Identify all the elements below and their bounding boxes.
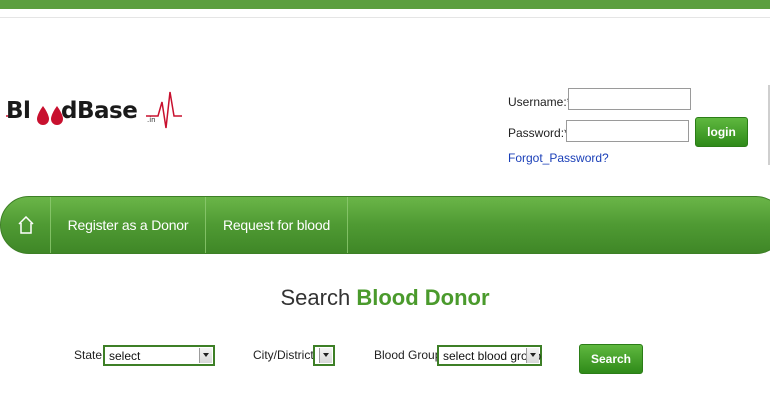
top-accent-bar (0, 0, 770, 18)
blood-group-select[interactable]: select blood group (437, 345, 542, 366)
search-button[interactable]: Search (579, 344, 643, 374)
nav-request-blood[interactable]: Request for blood (206, 197, 347, 253)
main-nav: Register as a Donor Request for blood (0, 196, 770, 254)
forgot-password-link[interactable]: Forgot_Password? (508, 151, 609, 165)
city-select[interactable] (313, 345, 335, 366)
state-select-value: select (109, 349, 141, 363)
home-icon[interactable] (18, 215, 34, 239)
username-input[interactable] (568, 88, 691, 110)
state-select[interactable]: select (103, 345, 215, 366)
search-title: Search Blood Donor (280, 285, 490, 310)
chevron-down-icon (199, 348, 212, 363)
chevron-down-icon (526, 348, 539, 363)
city-label: City/District (253, 348, 314, 362)
password-label: Password:* (508, 126, 569, 140)
bloodbase-logo[interactable]: BloodBase .in (6, 88, 186, 132)
nav-separator (347, 197, 348, 253)
username-label: Username:* (508, 95, 572, 109)
state-label: State (74, 348, 103, 362)
login-button[interactable]: login (695, 117, 748, 147)
logo-tld: .in (147, 116, 156, 124)
blood-group-label: Blood Group (374, 348, 442, 362)
logo-wordmark: BloodBase (6, 98, 138, 124)
password-input[interactable] (566, 120, 689, 142)
chevron-down-icon (319, 348, 332, 363)
nav-register-donor[interactable]: Register as a Donor (51, 197, 205, 253)
